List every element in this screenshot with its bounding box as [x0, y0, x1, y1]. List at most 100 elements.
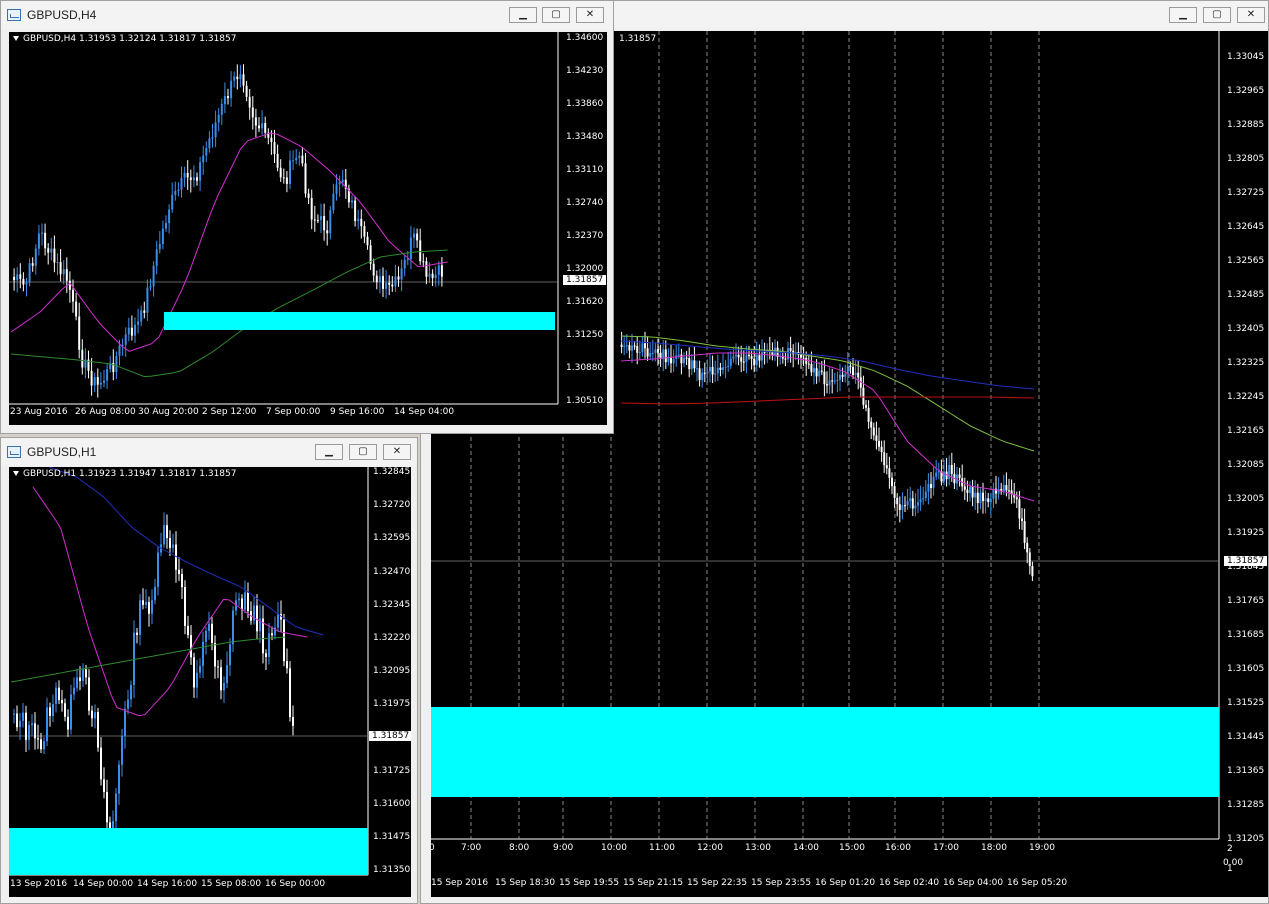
candle-body: [332, 193, 335, 211]
candle-body: [644, 343, 646, 349]
candle-body: [289, 668, 291, 718]
candle-body: [391, 284, 394, 287]
candle-body: [244, 592, 246, 610]
candle-body: [232, 610, 234, 645]
price-tick-label: 1.31685: [1227, 630, 1265, 640]
candle-body: [88, 677, 90, 711]
candle-body: [199, 665, 201, 673]
minimize-button[interactable]: ▁: [509, 7, 537, 23]
candle-body: [649, 353, 652, 357]
candle-body: [898, 504, 901, 511]
candle-body: [693, 360, 696, 369]
close-button[interactable]: ✕: [383, 444, 411, 460]
candle-body: [289, 160, 291, 184]
candle-body: [802, 357, 805, 359]
price-chart-h4[interactable]: GBPUSD,H4 1.31953 1.32124 1.31817 1.3185…: [9, 32, 607, 425]
candle-body: [924, 491, 927, 499]
minimize-button[interactable]: ▁: [315, 444, 343, 460]
candle-body: [271, 633, 273, 636]
candle-body: [758, 355, 761, 361]
candle-body: [919, 499, 922, 503]
candle-body: [1031, 566, 1034, 577]
candle-body: [79, 677, 81, 681]
price-tick-label: 1.30510: [566, 396, 604, 406]
price-tick-label: 1.33480: [566, 132, 604, 142]
demand-zone-h1[interactable]: [9, 828, 368, 875]
titlebar-h4[interactable]: GBPUSD,H4 ▁ ▢ ✕: [1, 1, 613, 29]
candle-body: [810, 364, 813, 373]
candle-body: [431, 273, 434, 279]
price-tick-label: 1.32740: [566, 198, 604, 208]
maximize-button[interactable]: ▢: [1203, 7, 1231, 23]
candle-body: [406, 259, 409, 261]
titlebar-h1[interactable]: GBPUSD,H1 ▁ ▢ ✕: [1, 438, 417, 466]
candle-body: [878, 440, 880, 447]
m5-current-price-label: 1.31857: [1224, 556, 1268, 566]
candle-body: [59, 261, 62, 275]
candle-body: [245, 85, 248, 97]
candle-body: [735, 354, 737, 357]
maximize-button[interactable]: ▢: [349, 444, 377, 460]
candle-body: [729, 358, 732, 366]
candle-body: [142, 600, 144, 605]
price-tick-label: 1.32965: [1227, 86, 1265, 96]
candle-body: [310, 197, 313, 220]
candle-body: [193, 657, 195, 688]
candle-body: [338, 182, 341, 185]
candle-body: [31, 723, 33, 726]
demand-zone-h4[interactable]: [164, 312, 555, 330]
time-tick-label: 16 Sep 02:40: [879, 878, 940, 888]
minimize-button[interactable]: ▁: [1169, 7, 1197, 23]
h4-chart-canvas[interactable]: [9, 32, 607, 425]
maximize-button[interactable]: ▢: [542, 7, 570, 23]
candle-body: [31, 263, 34, 266]
chart-window-h1[interactable]: GBPUSD,H1 ▁ ▢ ✕ GBPUSD,H1 1.31923 1.3194…: [0, 437, 418, 904]
candle-body: [165, 223, 167, 229]
candle-body: [857, 372, 860, 378]
close-button[interactable]: ✕: [576, 7, 604, 23]
price-tick-label: 1.32165: [1227, 426, 1265, 436]
dropdown-triangle-icon[interactable]: [13, 471, 19, 476]
candle-body: [273, 142, 276, 154]
candle-body: [211, 623, 213, 643]
candle-body: [106, 791, 108, 823]
candle-body: [46, 707, 48, 742]
candle-body: [64, 703, 66, 717]
candle-body: [238, 598, 240, 601]
candle-body: [236, 76, 239, 80]
time-tick-label: 17:00: [933, 843, 959, 853]
candle-body: [268, 633, 270, 657]
candle-body: [143, 310, 146, 313]
candle-body: [279, 167, 282, 178]
candle-body: [982, 492, 984, 502]
time-tick-label: 9 Sep 16:00: [330, 407, 385, 417]
candle-body: [914, 505, 917, 509]
candle-body: [716, 367, 719, 374]
chart-window-h4[interactable]: GBPUSD,H4 ▁ ▢ ✕ GBPUSD,H4 1.31953 1.3212…: [0, 0, 614, 434]
dropdown-triangle-icon[interactable]: [13, 36, 19, 41]
chart-window-icon: [7, 9, 21, 21]
time-tick-label: 15:00: [839, 843, 865, 853]
time-tick-label: 16 Sep 01:20: [815, 878, 876, 888]
candle-body: [37, 233, 40, 249]
demand-zone-m5[interactable]: [431, 707, 1219, 797]
candle-body: [25, 712, 27, 740]
candle-body: [815, 368, 818, 377]
candle-body: [34, 248, 37, 266]
candle-body: [226, 665, 228, 684]
candle-body: [620, 344, 623, 347]
candle-body: [181, 574, 183, 588]
candle-body: [22, 278, 25, 285]
candle-body: [133, 632, 135, 686]
candle-body: [208, 623, 210, 631]
time-tick-label: 15 Sep 23:55: [751, 878, 812, 888]
candle-body: [115, 355, 118, 373]
candle-body: [187, 625, 189, 636]
h4-current-price-label: 1.31857: [563, 275, 607, 285]
price-tick-label: 1.32095: [373, 666, 411, 677]
candle-body: [174, 191, 177, 195]
price-chart-h1[interactable]: GBPUSD,H1 1.31923 1.31947 1.31817 1.3185…: [9, 467, 411, 897]
close-button[interactable]: ✕: [1237, 7, 1265, 23]
candle-body: [820, 370, 823, 372]
time-tick-label: 10:00: [601, 843, 627, 853]
